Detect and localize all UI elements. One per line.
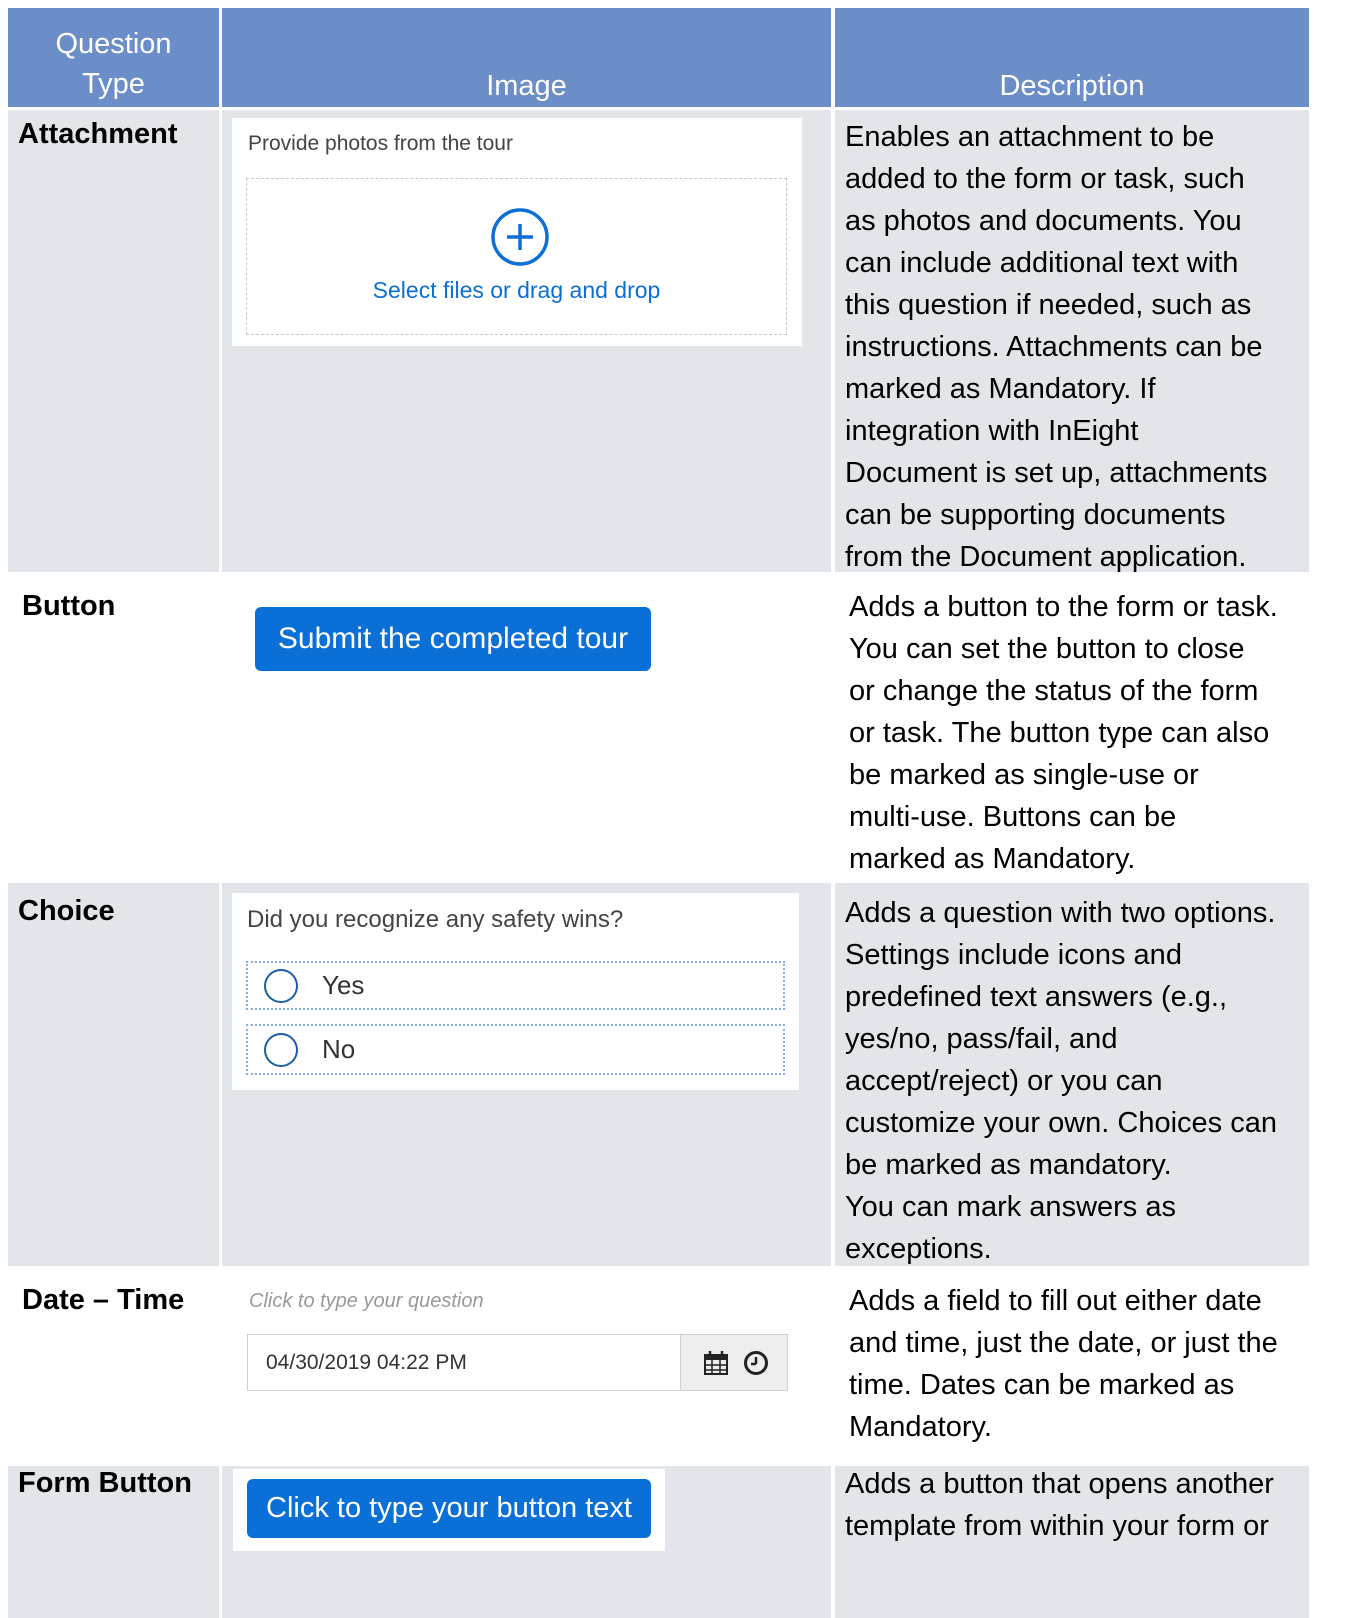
row-datetime-description: Adds a field to fill out either date and… xyxy=(849,1285,1278,1443)
choice-widget: Did you recognize any safety wins? Yes N… xyxy=(232,893,799,1090)
clock-icon[interactable] xyxy=(743,1350,769,1381)
datetime-question-placeholder[interactable]: Click to type your question xyxy=(249,1290,484,1313)
header-description-label: Description xyxy=(999,70,1145,102)
row-choice-type-cell xyxy=(8,883,219,1266)
choice-option-yes-label: Yes xyxy=(322,970,365,1000)
plus-circle-icon[interactable] xyxy=(490,207,550,272)
choice-option-yes[interactable]: Yes xyxy=(246,961,785,1010)
datetime-addon xyxy=(680,1335,787,1390)
form-button[interactable]: Click to type your button text xyxy=(247,1479,651,1538)
row-button-description: Adds a button to the form or task. You c… xyxy=(849,591,1278,875)
row-attachment-type-cell xyxy=(8,110,219,572)
choice-option-no[interactable]: No xyxy=(246,1024,785,1075)
row-formbutton-type: Form Button xyxy=(18,1467,192,1499)
row-attachment-description: Enables an attachment to be added to the… xyxy=(845,121,1268,573)
datetime-field[interactable]: 04/30/2019 04:22 PM xyxy=(247,1334,788,1391)
header-description: Description xyxy=(835,8,1309,107)
radio-icon[interactable] xyxy=(264,1032,298,1067)
choice-question: Did you recognize any safety wins? xyxy=(247,906,624,933)
attachment-dropzone[interactable]: Select files or drag and drop xyxy=(246,178,787,335)
radio-icon[interactable] xyxy=(264,968,298,1003)
row-choice-type: Choice xyxy=(18,895,115,927)
attachment-prompt: Provide photos from the tour xyxy=(248,132,513,155)
row-attachment-type: Attachment xyxy=(18,118,178,150)
choice-option-no-label: No xyxy=(322,1034,356,1064)
submit-tour-button[interactable]: Submit the completed tour xyxy=(255,607,651,671)
attachment-select-link[interactable]: Select files or drag and drop xyxy=(247,277,786,304)
datetime-value[interactable]: 04/30/2019 04:22 PM xyxy=(266,1351,467,1375)
header-image: Image xyxy=(222,8,831,107)
attachment-widget: Provide photos from the tour Select file… xyxy=(232,118,802,346)
row-formbutton-description: Adds a button that opens another templat… xyxy=(845,1468,1274,1542)
calendar-icon[interactable] xyxy=(703,1350,729,1381)
header-question-type-label: Question Type xyxy=(55,28,172,100)
row-datetime-type: Date – Time xyxy=(22,1284,185,1316)
header-image-label: Image xyxy=(486,70,567,102)
form-button-widget: Click to type your button text xyxy=(233,1469,665,1551)
row-button-type: Button xyxy=(22,590,116,622)
header-question-type: Question Type xyxy=(8,8,219,107)
row-choice-description: Adds a question with two options. Settin… xyxy=(845,897,1277,1265)
